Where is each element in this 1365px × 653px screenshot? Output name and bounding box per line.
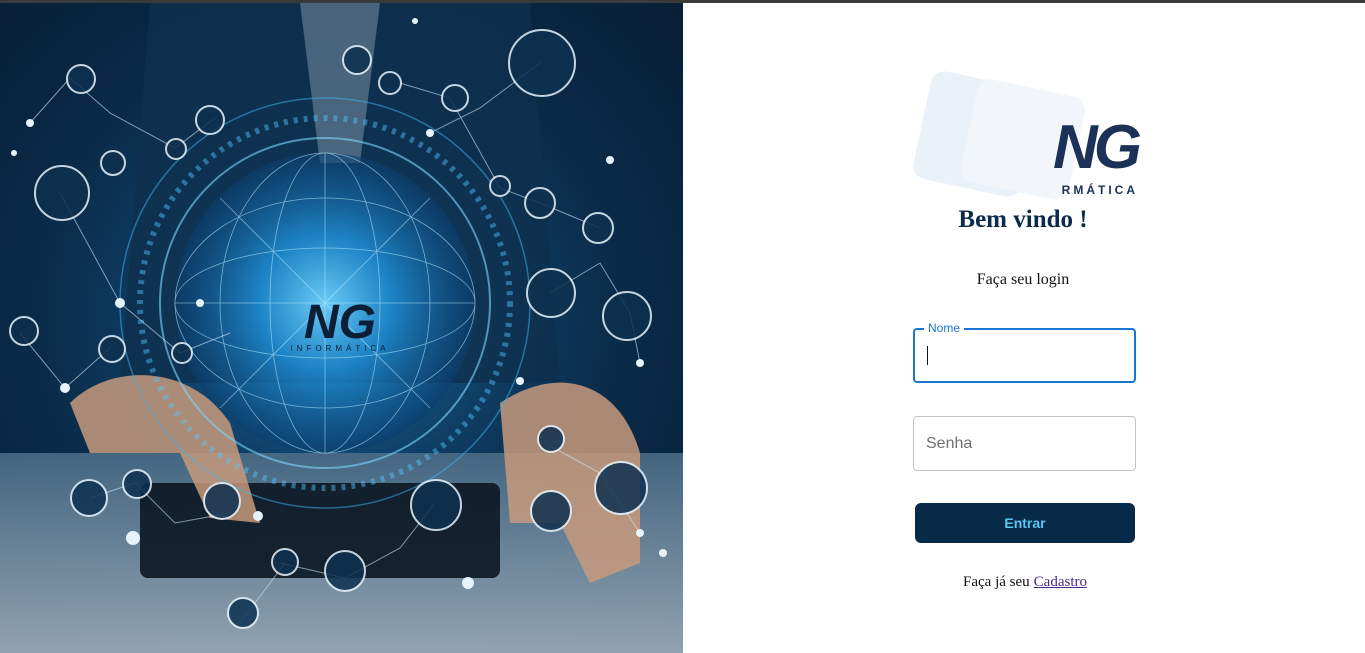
login-subtitle: Faça seu login <box>976 271 1070 288</box>
hero-illustration: NG INFORMÁTICA <box>0 3 683 653</box>
login-panel: NG RMÁTICA Bem vindo ! Faça seu login No… <box>683 3 1365 653</box>
submit-button[interactable]: Entrar <box>915 503 1135 543</box>
welcome-heading: Bem vindo ! <box>958 206 1088 233</box>
hero-logo-text: NG <box>304 296 376 349</box>
signup-link[interactable]: Cadastro <box>1034 574 1087 590</box>
name-input[interactable] <box>927 330 1122 381</box>
password-input[interactable] <box>926 417 1121 470</box>
signup-prompt: Faça já seu Cadastro <box>903 574 1147 591</box>
hero-logo: NG INFORMÁTICA <box>290 296 389 353</box>
hero-image: NG INFORMÁTICA <box>0 3 683 653</box>
brand-logo: NG RMÁTICA <box>913 67 1142 202</box>
signup-text: Faça já seu <box>963 574 1030 590</box>
brand-logo-text: NG <box>1053 113 1142 182</box>
hero-logo-subtext: INFORMÁTICA <box>290 344 389 353</box>
password-field[interactable] <box>913 416 1136 471</box>
name-field[interactable]: Nome <box>913 321 1136 383</box>
brand-logo-subtext: RMÁTICA <box>1061 183 1138 197</box>
